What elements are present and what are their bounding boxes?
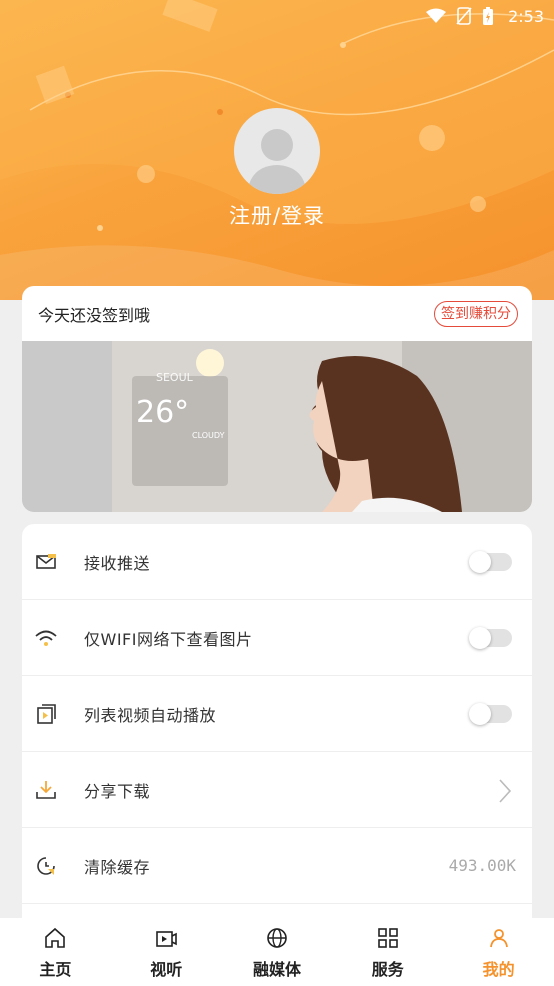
tab-label: 我的	[482, 960, 515, 979]
banner-condition: CLOUDY	[192, 431, 225, 440]
tab-services[interactable]: 服务	[332, 918, 443, 986]
video-play-icon	[37, 704, 56, 724]
login-register-link[interactable]: 注册/登录	[0, 200, 554, 230]
setting-row-autoplay[interactable]: 列表视频自动播放	[22, 676, 532, 752]
user-icon	[489, 929, 508, 948]
battery-charging-icon	[483, 7, 494, 25]
no-sim-icon	[456, 7, 472, 25]
setting-label: 仅WIFI网络下查看图片	[84, 629, 253, 649]
sign-in-card: 今天还没签到哦 签到赚积分 SEOUL 26° CLOUDY	[22, 286, 532, 512]
setting-label: 接收推送	[84, 553, 151, 573]
setting-label: 分享下载	[84, 781, 151, 801]
tab-label: 融媒体	[252, 960, 301, 979]
setting-row-clear-cache[interactable]: 清除缓存 493.00K	[22, 828, 532, 904]
tab-mine[interactable]: 我的	[443, 918, 554, 986]
chevron-right-icon	[499, 779, 512, 803]
status-time: 2:53	[508, 6, 544, 26]
banner-temperature: 26°	[136, 395, 190, 430]
banner-illustration	[22, 341, 532, 512]
setting-label: 列表视频自动播放	[84, 705, 217, 725]
banner-city: SEOUL	[156, 371, 193, 384]
clock-clear-icon	[37, 857, 55, 875]
download-icon	[36, 781, 56, 799]
grid-icon	[377, 928, 398, 948]
default-avatar-icon	[247, 129, 307, 194]
avatar[interactable]	[234, 108, 320, 194]
tab-home[interactable]: 主页	[0, 918, 111, 986]
setting-label: 清除缓存	[84, 857, 151, 877]
status-bar: 2:53	[0, 0, 554, 32]
cache-size: 493.00K	[448, 856, 516, 875]
push-toggle[interactable]	[469, 550, 512, 573]
setting-row-push[interactable]: 接收推送	[22, 524, 532, 600]
tab-label: 服务	[371, 960, 404, 979]
sign-in-button[interactable]: 签到赚积分	[434, 301, 518, 327]
envelope-icon	[36, 554, 56, 569]
setting-row-share-download[interactable]: 分享下载	[22, 752, 532, 828]
wifi-images-toggle[interactable]	[469, 626, 512, 649]
globe-icon	[267, 928, 287, 948]
setting-row-wifi-images[interactable]: 仅WIFI网络下查看图片	[22, 600, 532, 676]
tv-icon	[156, 931, 177, 947]
promo-banner[interactable]: SEOUL 26° CLOUDY	[22, 341, 532, 512]
settings-list: 接收推送 仅WIFI网络下查看图片 列表视频自动播放 分享下载 清除缓存 493…	[22, 524, 532, 924]
wifi-icon	[35, 630, 57, 646]
home-icon	[45, 927, 66, 948]
tab-label: 视听	[150, 960, 183, 979]
sign-in-status-text: 今天还没签到哦	[38, 306, 151, 325]
autoplay-toggle[interactable]	[469, 702, 512, 725]
bottom-tab-bar: 主页 视听 融媒体 服务 我的	[0, 918, 554, 986]
tab-media[interactable]: 融媒体	[222, 918, 333, 986]
wifi-signal-icon	[426, 8, 447, 23]
tab-label: 主页	[39, 960, 72, 979]
profile-header: 2:53 注册/登录	[0, 0, 554, 300]
tab-audiovisual[interactable]: 视听	[111, 918, 222, 986]
